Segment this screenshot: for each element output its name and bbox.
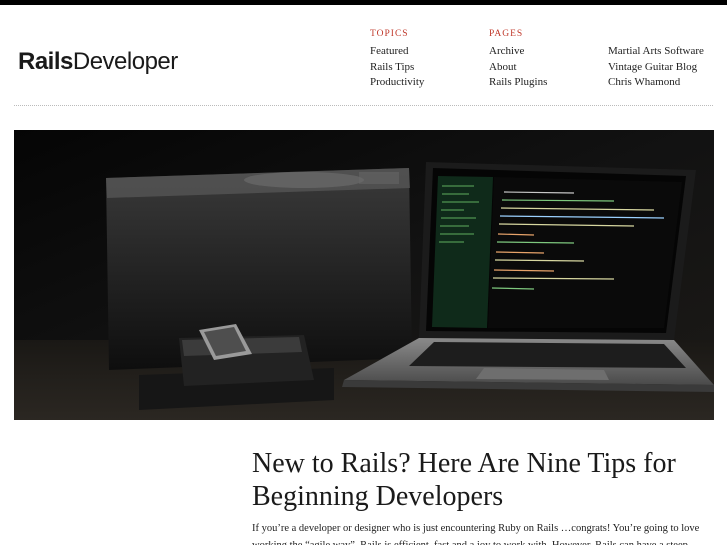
nav-pages: PAGES Archive About Rails Plugins — [489, 27, 547, 91]
nav-pages-heading: PAGES — [489, 29, 524, 39]
nav-topics-heading: TOPICS — [370, 29, 409, 39]
header-divider — [14, 105, 713, 106]
site-logo[interactable]: RailsDeveloper — [18, 48, 178, 76]
post-title[interactable]: New to Rails? Here Are Nine Tips for Beg… — [252, 447, 722, 513]
top-bar — [0, 0, 727, 5]
nav-link-chris-whamond[interactable]: Chris Whamond — [608, 75, 704, 91]
nav-link-vintage-guitar-blog[interactable]: Vintage Guitar Blog — [608, 60, 704, 76]
post-excerpt: If you’re a developer or designer who is… — [252, 523, 700, 545]
nav-link-rails-tips[interactable]: Rails Tips — [370, 60, 424, 76]
hero-image[interactable] — [14, 130, 714, 420]
logo-bold: Rails — [18, 48, 73, 75]
nav-topics: TOPICS Featured Rails Tips Productivity — [370, 27, 424, 91]
nav-link-about[interactable]: About — [489, 60, 547, 76]
nav-links-heading — [608, 27, 704, 42]
nav-links: Martial Arts Software Vintage Guitar Blo… — [608, 27, 704, 91]
nav-link-featured[interactable]: Featured — [370, 44, 424, 60]
nav-link-martial-arts-software[interactable]: Martial Arts Software — [608, 44, 704, 60]
nav-link-productivity[interactable]: Productivity — [370, 75, 424, 91]
nav-link-archive[interactable]: Archive — [489, 44, 547, 60]
nav-link-rails-plugins[interactable]: Rails Plugins — [489, 75, 547, 91]
laptop-photo-icon — [14, 130, 714, 420]
logo-light: Developer — [72, 48, 178, 75]
